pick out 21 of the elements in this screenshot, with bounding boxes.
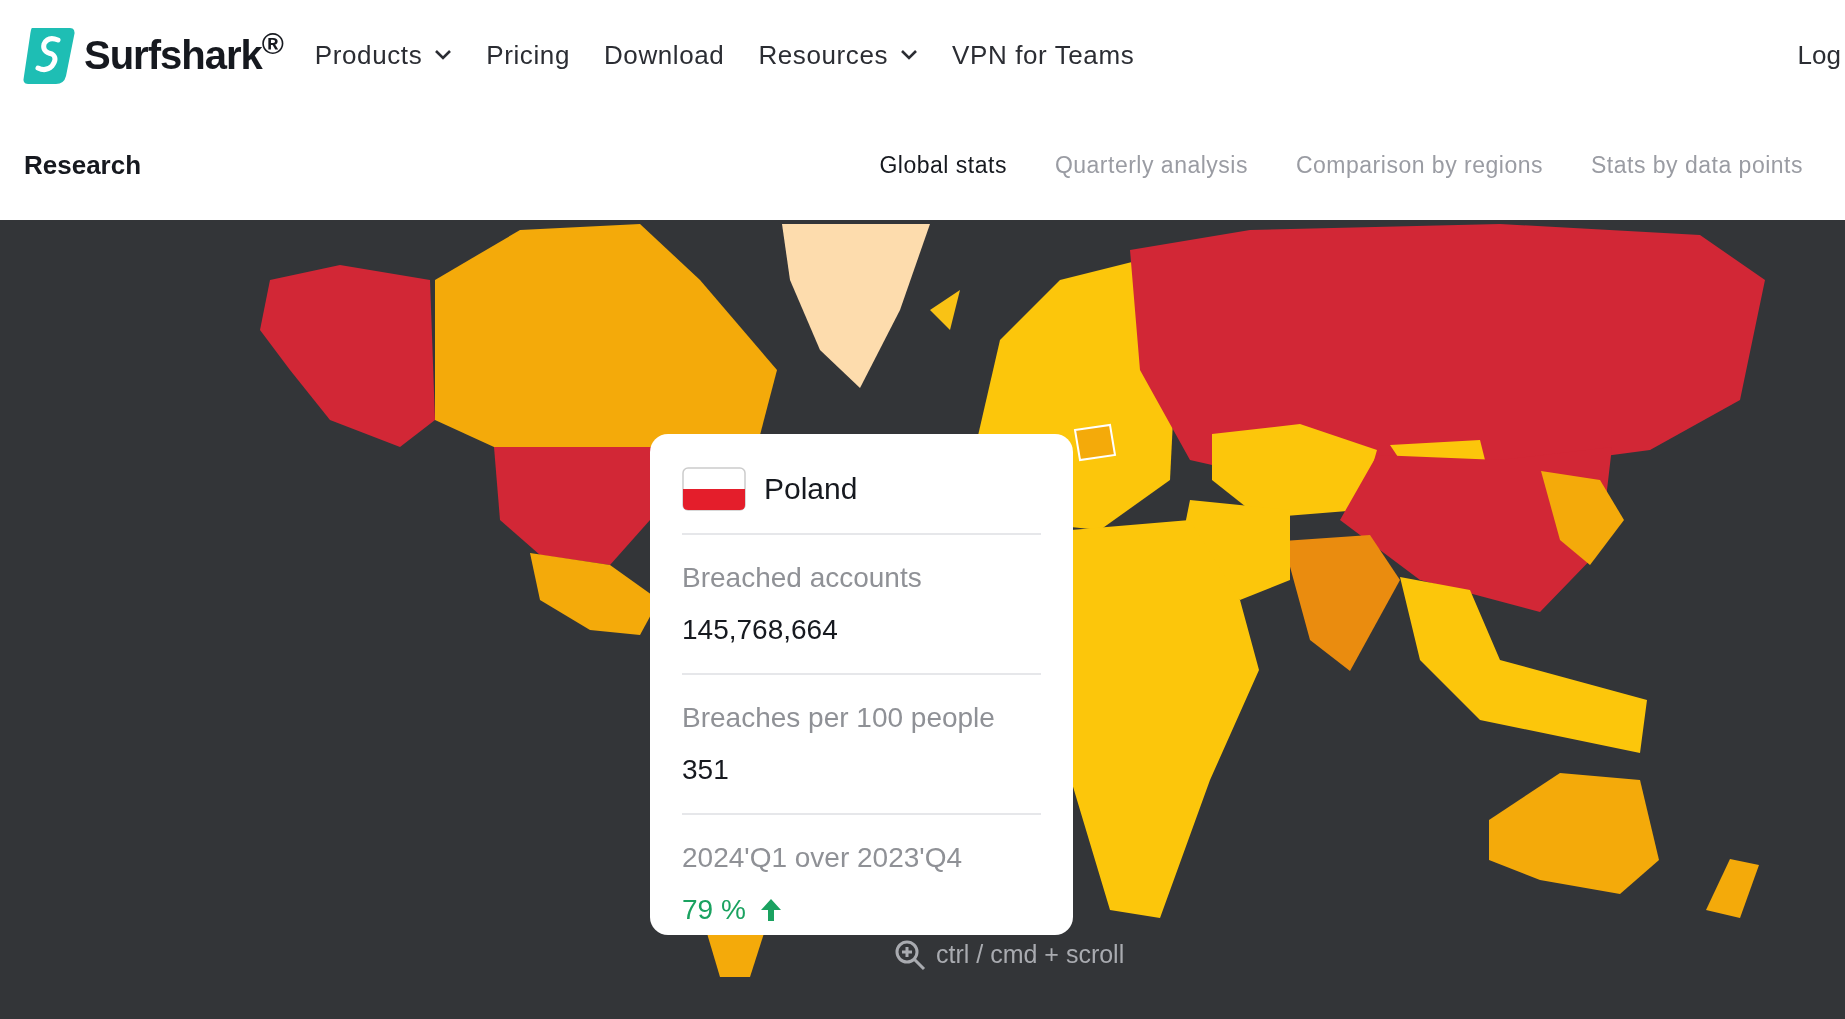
stat-label: Breached accounts (682, 561, 923, 595)
country-name: Poland (764, 471, 858, 507)
zoom-in-icon (894, 938, 926, 971)
section-title: Research (24, 148, 142, 182)
nav-link[interactable]: Download (603, 35, 725, 75)
logo-wordmark[interactable]: Surfshark$^{®}$ (84, 25, 283, 85)
flag-icon (682, 466, 746, 511)
nav-link[interactable]: Products (314, 35, 453, 75)
chevron-down-icon (434, 49, 453, 61)
stat-label: 2024'Q1 over 2023'Q4 (682, 841, 963, 875)
zoom-hint: ctrl / cmd + scroll (936, 939, 1125, 970)
login-link[interactable]: Log (1797, 35, 1841, 75)
nav-link[interactable]: VPN for Teams (952, 35, 1135, 75)
section-tab[interactable]: Global stats (879, 147, 1007, 183)
change-value: 79 % (682, 893, 746, 927)
stat-label: Breaches per 100 people (682, 701, 996, 735)
stat-value: 351 (682, 753, 730, 787)
nav-link[interactable]: Resources (758, 35, 919, 75)
nav-link[interactable]: Pricing (486, 35, 570, 75)
stat-value: 145,768,664 (682, 613, 839, 647)
chevron-down-icon (900, 49, 919, 61)
